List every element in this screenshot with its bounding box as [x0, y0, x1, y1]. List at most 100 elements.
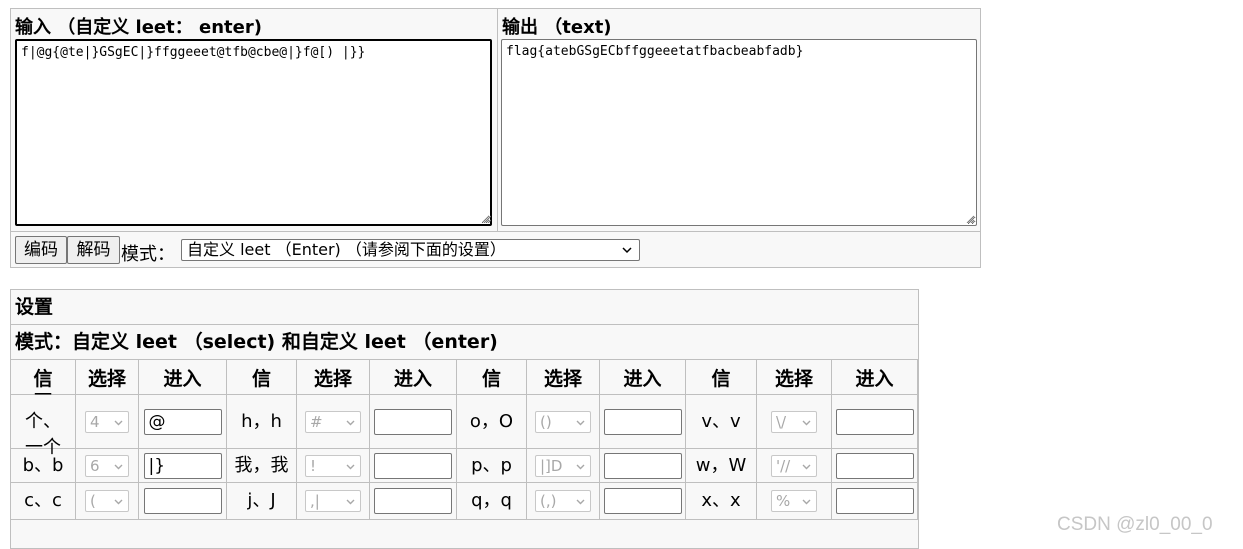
leet-enter-input[interactable]	[374, 452, 452, 479]
leet-select[interactable]: '//	[771, 454, 817, 477]
select-cell: !	[297, 449, 370, 483]
select-cell: #	[297, 395, 370, 449]
select-cell: ()	[527, 395, 600, 449]
letter-cell: b、b	[11, 449, 76, 483]
leet-enter-input[interactable]	[835, 452, 914, 479]
letter-cell: h，h	[227, 395, 297, 449]
leet-enter-input[interactable]	[374, 488, 452, 514]
letter-label: j、J	[247, 490, 276, 511]
leet-select[interactable]: (,)	[535, 490, 591, 512]
mode-select[interactable]: 自定义 leet （Enter) （请参阅下面的设置）	[181, 239, 640, 261]
leet-select[interactable]: %	[771, 490, 817, 512]
leet-select[interactable]: 6	[85, 454, 129, 477]
input-textarea[interactable]: f|@g{@te|}GSgEC|}ffggeeet@tfb@cbe@|}f@[)…	[15, 39, 492, 226]
leet-select[interactable]: (	[85, 490, 129, 512]
leet-select[interactable]: ()	[535, 410, 591, 433]
column-header: 进入	[600, 360, 686, 395]
chevron-down-icon	[576, 464, 585, 469]
leet-enter-input[interactable]	[143, 488, 222, 514]
leet-select-value: ,|	[310, 492, 320, 510]
leet-select[interactable]: \/	[771, 410, 817, 433]
io-panel: 输入 （自定义 leet： enter) f|@g{@te|}GSgEC|}ff…	[10, 8, 981, 268]
leet-select[interactable]: 4	[85, 410, 129, 433]
letter-label: c、c	[24, 490, 62, 511]
leet-enter-input[interactable]	[603, 488, 682, 514]
chevron-down-icon	[346, 499, 355, 505]
enter-cell	[370, 449, 457, 483]
select-cell: %	[757, 483, 832, 520]
chevron-down-icon	[622, 247, 632, 254]
chevron-down-icon	[114, 464, 123, 469]
column-header: 选择	[297, 360, 370, 395]
select-cell: 4	[76, 395, 139, 449]
mode-select-value: 自定义 leet （Enter) （请参阅下面的设置）	[187, 240, 506, 259]
leet-select-value: %	[776, 492, 791, 510]
enter-cell	[600, 483, 686, 520]
letter-cell: c、c	[11, 483, 76, 520]
enter-cell	[832, 449, 918, 483]
chevron-down-icon	[346, 464, 355, 469]
letter-label: 我，我	[234, 454, 289, 476]
letter-cell: q，q	[457, 483, 527, 520]
leet-enter-input[interactable]	[603, 408, 682, 435]
settings-subtitle: 模式：自定义 leet （select) 和自定义 leet （enter)	[11, 325, 918, 360]
column-header: 选择	[527, 360, 600, 395]
column-header: 信	[686, 360, 757, 395]
letter-label: b、b	[22, 454, 64, 476]
mode-label: 模式：	[121, 244, 175, 265]
leet-enter-input[interactable]: |}	[143, 452, 222, 479]
column-header: 选择	[757, 360, 832, 395]
letter-label: h，h	[241, 410, 282, 432]
letter-label: o，O	[469, 410, 514, 432]
decode-button[interactable]: 解码	[67, 236, 120, 264]
leet-select-value: \/	[776, 412, 787, 431]
output-textarea[interactable]: flag{atebGSgECbffggeeetatfbacbeabfadb}	[501, 39, 977, 226]
enter-cell	[139, 483, 227, 520]
controls-bar: 编码 解码 模式： 自定义 leet （Enter) （请参阅下面的设置）	[11, 231, 980, 268]
letter-cell: x、x	[686, 483, 757, 520]
letter-cell: 我，我	[227, 449, 297, 483]
letter-cell: p、p	[457, 449, 527, 483]
leet-select[interactable]: !	[305, 454, 361, 477]
chevron-down-icon	[114, 420, 123, 425]
leet-select[interactable]: |]D	[535, 454, 591, 477]
resize-grip-icon[interactable]	[966, 215, 974, 223]
resize-grip-icon[interactable]	[483, 215, 491, 223]
leet-select-value: 6	[90, 456, 100, 475]
enter-cell	[370, 483, 457, 520]
settings-table: 设置 模式：自定义 leet （select) 和自定义 leet （enter…	[10, 289, 919, 549]
chevron-down-icon	[346, 420, 355, 425]
chevron-down-icon	[802, 420, 811, 425]
chevron-down-icon	[802, 464, 811, 469]
leet-select-value: ()	[540, 412, 552, 431]
leet-select-value: 4	[90, 412, 100, 431]
leet-select[interactable]: ,|	[305, 490, 361, 512]
letter-cell: o，O	[457, 395, 527, 449]
output-title: 输出 （text)	[502, 17, 612, 38]
leet-enter-input[interactable]: @	[143, 408, 222, 435]
letter-cell: v、v	[686, 395, 757, 449]
leet-select-value: (,)	[540, 492, 557, 510]
chevron-down-icon	[576, 420, 585, 425]
letter-label: x、x	[701, 490, 741, 511]
letter-label: v、v	[701, 410, 741, 432]
leet-select[interactable]: #	[305, 410, 361, 433]
input-title: 输入 （自定义 leet： enter)	[15, 17, 262, 38]
leet-enter-input[interactable]	[603, 452, 682, 479]
select-cell: '//	[757, 449, 832, 483]
enter-cell: |}	[139, 449, 227, 483]
select-cell: (	[76, 483, 139, 520]
leet-select-value: !	[310, 456, 317, 475]
leet-enter-input[interactable]	[374, 408, 452, 435]
letter-label: q，q	[471, 490, 512, 511]
leet-select-value: |]D	[540, 456, 563, 475]
column-header: 进入	[832, 360, 918, 395]
column-header: 信	[227, 360, 297, 395]
column-header: 进入	[370, 360, 457, 395]
enter-cell: @	[139, 395, 227, 449]
encode-button[interactable]: 编码	[15, 236, 67, 264]
leet-select-value: #	[310, 412, 323, 431]
leet-enter-input[interactable]	[835, 408, 914, 435]
enter-cell	[600, 395, 686, 449]
leet-enter-input[interactable]	[835, 488, 914, 514]
